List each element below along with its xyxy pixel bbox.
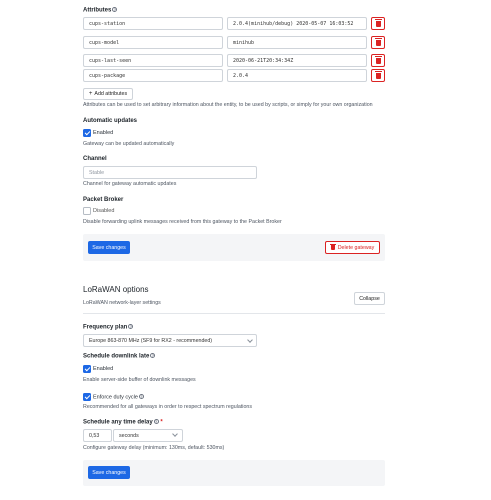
delete-gateway-button[interactable]: Delete gateway bbox=[325, 241, 380, 254]
attribute-key-input[interactable]: cups-last-seen bbox=[83, 54, 223, 67]
automatic-updates-label: Automatic updates bbox=[83, 118, 138, 124]
help-icon: ? bbox=[150, 353, 156, 358]
trash-icon bbox=[374, 18, 382, 27]
schedule-delay-description: Configure gateway delay (minimum: 130ms,… bbox=[83, 445, 225, 451]
required-mark: * bbox=[160, 419, 163, 426]
add-attributes-button[interactable]: + Add attributes bbox=[83, 88, 133, 100]
trash-icon bbox=[374, 55, 382, 64]
trash-icon bbox=[374, 70, 382, 79]
automatic-updates-description: Gateway can be updated automatically bbox=[83, 141, 175, 147]
lorawan-section-title: LoRaWAN options bbox=[83, 285, 149, 294]
attributes-label: Attributes? bbox=[83, 7, 118, 14]
enforce-duty-cycle-checkbox-label[interactable]: Enforce duty cycle? bbox=[93, 394, 144, 400]
packet-broker-checkbox[interactable] bbox=[83, 207, 91, 215]
channel-input[interactable]: Stable bbox=[83, 166, 257, 179]
help-icon: ? bbox=[153, 419, 159, 424]
save-changes-button[interactable]: Save changes bbox=[88, 466, 130, 479]
help-icon: ? bbox=[138, 394, 144, 399]
enforce-duty-cycle-checkbox[interactable] bbox=[83, 393, 91, 401]
attributes-description: Attributes can be used to set arbitrary … bbox=[83, 102, 373, 108]
packet-broker-description: Disable forwarding uplink messages recei… bbox=[83, 219, 282, 225]
help-icon: ? bbox=[128, 324, 134, 329]
delete-attribute-button[interactable] bbox=[371, 69, 385, 82]
trash-icon bbox=[329, 243, 336, 250]
attribute-key-input[interactable]: cups-station bbox=[83, 17, 223, 30]
section-divider bbox=[83, 313, 385, 314]
help-icon: ? bbox=[112, 7, 118, 12]
packet-broker-label: Packet Broker bbox=[83, 197, 124, 203]
schedule-any-time-delay-label: Schedule any time delay? * bbox=[83, 419, 163, 426]
schedule-downlink-late-description: Enable server-side buffer of downlink me… bbox=[83, 377, 196, 383]
delete-attribute-button[interactable] bbox=[371, 17, 385, 30]
frequency-plan-select[interactable]: Europe 863-870 MHz (SF9 for RX2 - recomm… bbox=[83, 334, 257, 347]
attribute-value-input[interactable]: 2.0.4(minihub/debug) 2020-05-07 16:03:52 bbox=[227, 17, 367, 30]
save-changes-button[interactable]: Save changes bbox=[88, 241, 130, 254]
enforce-duty-cycle-description: Recommended for all gateways in order to… bbox=[83, 404, 252, 410]
attribute-value-input[interactable]: 2020-06-21T20:34:34Z bbox=[227, 54, 367, 67]
trash-icon bbox=[374, 37, 382, 46]
channel-description: Channel for gateway automatic updates bbox=[83, 181, 177, 187]
attribute-value-input[interactable]: minihub bbox=[227, 36, 367, 49]
collapse-button[interactable]: Collapse bbox=[354, 292, 385, 305]
plus-icon: + bbox=[88, 91, 93, 97]
schedule-delay-unit-select[interactable]: seconds bbox=[113, 429, 183, 442]
lorawan-section-subtitle: LoRaWAN network-layer settings bbox=[83, 300, 161, 306]
packet-broker-checkbox-label[interactable]: Disabled bbox=[93, 208, 114, 214]
attribute-key-input[interactable]: cups-package bbox=[83, 69, 223, 82]
schedule-downlink-late-checkbox-label[interactable]: Enabled bbox=[93, 366, 113, 372]
schedule-downlink-late-checkbox[interactable] bbox=[83, 365, 91, 373]
schedule-delay-input[interactable]: 0,53 bbox=[83, 429, 112, 442]
delete-attribute-button[interactable] bbox=[371, 54, 385, 67]
delete-attribute-button[interactable] bbox=[371, 36, 385, 49]
attribute-key-input[interactable]: cups-model bbox=[83, 36, 223, 49]
attribute-value-input[interactable]: 2.0.4 bbox=[227, 69, 367, 82]
automatic-updates-checkbox-label[interactable]: Enabled bbox=[93, 130, 113, 136]
channel-label: Channel bbox=[83, 156, 107, 162]
frequency-plan-label: Frequency plan? bbox=[83, 324, 134, 331]
automatic-updates-checkbox[interactable] bbox=[83, 129, 91, 137]
schedule-downlink-late-label: Schedule downlink late? bbox=[83, 353, 156, 360]
